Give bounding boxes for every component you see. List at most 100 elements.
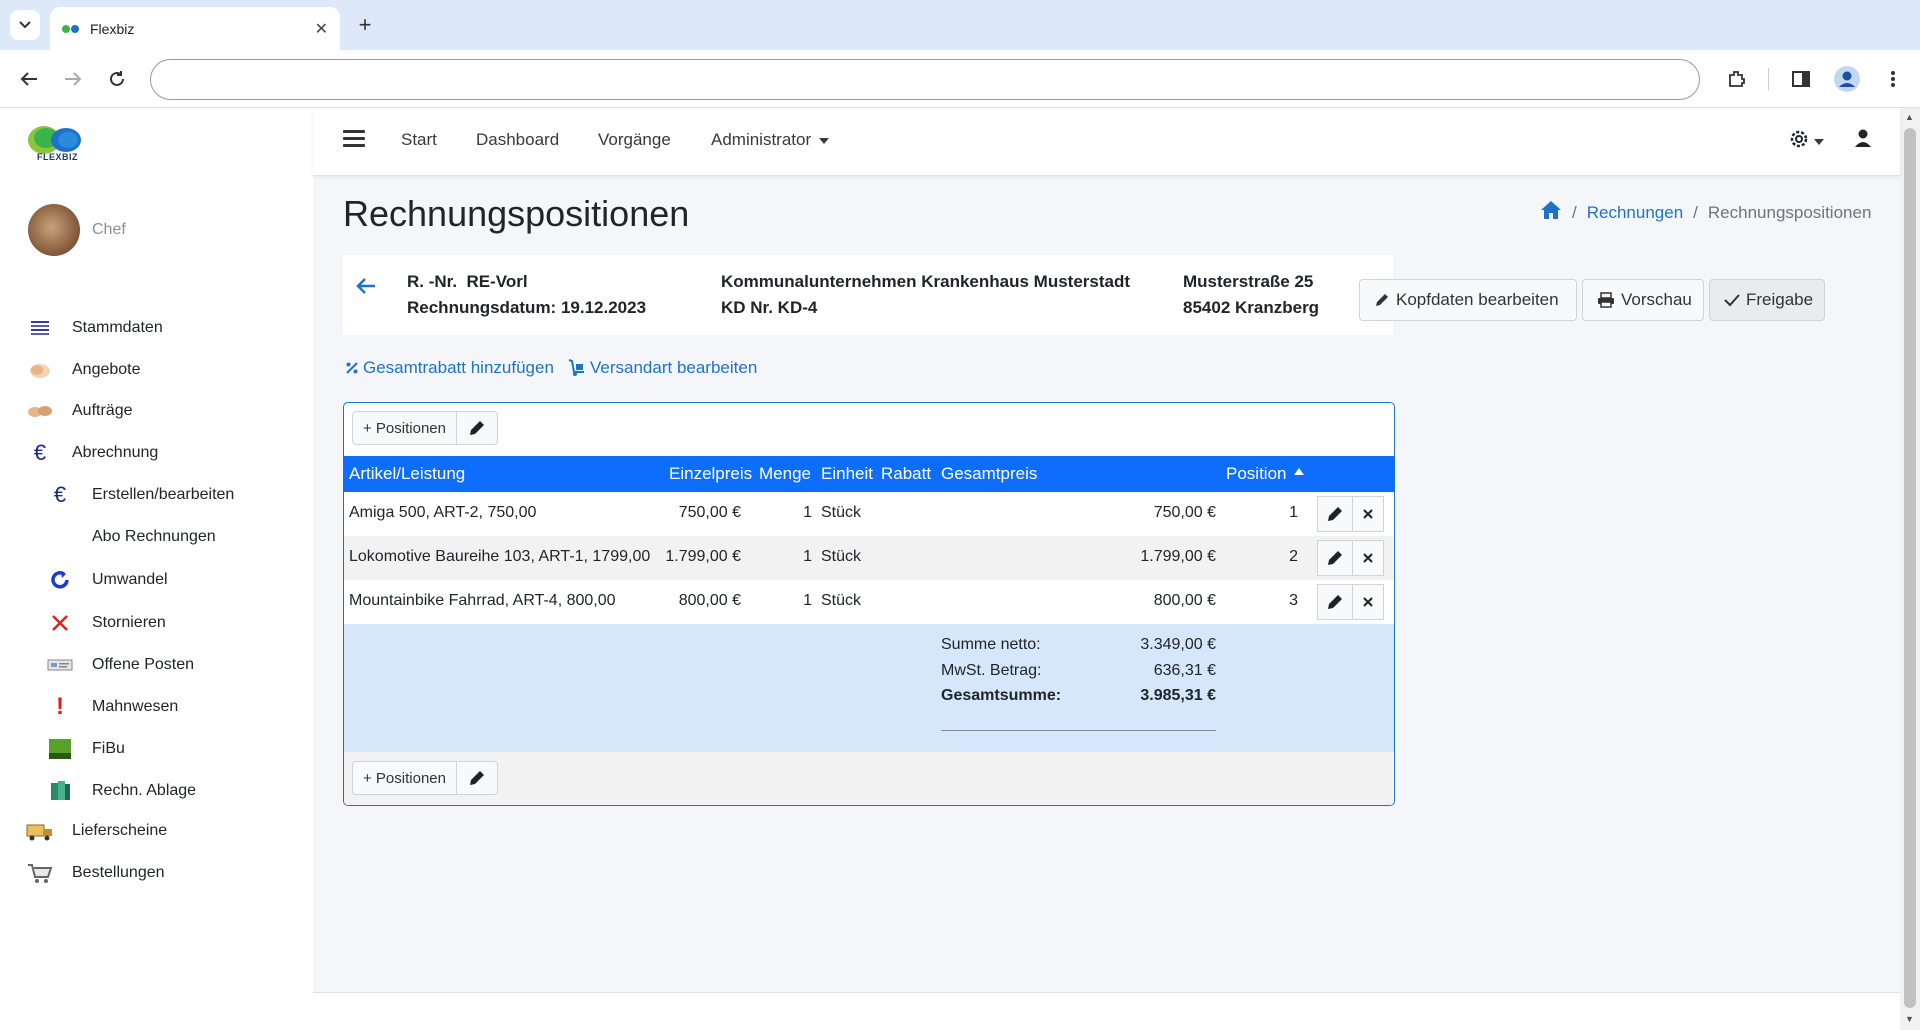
cell-einzelpreis: 750,00 € — [678, 504, 741, 521]
euro-icon: € — [53, 482, 67, 507]
customer-name: Kommunalunternehmen Krankenhaus Musterst… — [721, 272, 1131, 291]
gesamtsumme-value: 3.985,31 € — [1140, 687, 1216, 704]
x-icon — [46, 612, 74, 634]
invoice-number-block: R. -Nr. RE-Vorl Rechnungsdatum: 19.12.20… — [407, 269, 646, 321]
sidebar-item-label: Umwandel — [92, 571, 168, 588]
nav-dashboard[interactable]: Dashboard — [476, 130, 559, 150]
customer-number: KD Nr. KD-4 — [721, 298, 818, 317]
new-tab-button[interactable]: + — [352, 12, 378, 38]
folders-icon — [46, 780, 74, 802]
user-panel[interactable]: Chef — [28, 204, 126, 256]
edit-row-button[interactable] — [1317, 540, 1353, 576]
delete-row-button[interactable] — [1352, 496, 1384, 532]
mwst-value: 636,31 € — [1153, 662, 1216, 679]
sidebar-item-abo-rechnungen[interactable]: Abo Rechnungen — [46, 526, 216, 548]
dolly-icon — [568, 359, 586, 377]
address-street: Musterstraße 25 — [1183, 272, 1314, 291]
summe-netto-value: 3.349,00 € — [1140, 636, 1216, 653]
datev-icon — [46, 738, 74, 760]
sidebar-item-label: Aufträge — [72, 402, 133, 419]
reload-icon[interactable] — [102, 64, 132, 94]
nav-start[interactable]: Start — [401, 130, 437, 150]
cell-artikel: Lokomotive Baureihe 103, ART-1, 1799,00 — [349, 548, 651, 565]
address-bar[interactable] — [150, 59, 1700, 100]
nav-administrator[interactable]: Administrator — [711, 130, 830, 150]
freigabe-button[interactable]: Freigabe — [1709, 279, 1825, 321]
edit-row-button[interactable] — [1317, 496, 1353, 532]
delete-row-button[interactable] — [1352, 584, 1384, 620]
handshake-icon — [26, 359, 54, 381]
invoice-number: R. -Nr. RE-Vorl — [407, 272, 528, 291]
sidebar-item-lieferscheine[interactable]: Lieferscheine — [26, 820, 167, 842]
sidebar-item-bestellungen[interactable]: Bestellungen — [26, 862, 165, 884]
pencil-icon[interactable] — [457, 412, 497, 444]
th-einheit[interactable]: Einheit — [821, 464, 873, 484]
sidebar-item-offene-posten[interactable]: Offene Posten — [46, 654, 194, 676]
sidebar-item-erstellen[interactable]: € Erstellen/bearbeiten — [46, 482, 234, 507]
scroll-up-icon[interactable]: ▲ — [1905, 112, 1914, 122]
sidebar-item-abrechnung[interactable]: € Abrechnung — [26, 440, 158, 465]
cart-icon — [26, 862, 54, 884]
sidebar-item-label: Lieferscheine — [72, 822, 168, 839]
sidebar-item-label: Abo Rechnungen — [92, 528, 216, 545]
breadcrumb-rechnungen[interactable]: Rechnungen — [1587, 203, 1683, 223]
totals-divider — [941, 730, 1216, 731]
sidebar-item-angebote[interactable]: Angebote — [26, 359, 141, 381]
kopfdaten-bearbeiten-button[interactable]: Kopfdaten bearbeiten — [1359, 279, 1577, 321]
tab-search-button[interactable] — [10, 10, 40, 40]
cell-gesamtpreis: 800,00 € — [1153, 592, 1216, 609]
profile-icon[interactable] — [1832, 64, 1862, 94]
browser-tab[interactable]: Flexbiz ✕ — [50, 7, 340, 50]
page-scrollbar[interactable]: ▲ ▼ — [1900, 108, 1920, 1030]
scroll-thumb[interactable] — [1904, 128, 1916, 1008]
cell-artikel: Amiga 500, ART-2, 750,00 — [349, 504, 537, 521]
sidebar-item-label: Mahnwesen — [92, 698, 179, 715]
top-navbar: Start Dashboard Vorgänge Administrator — [313, 108, 1900, 176]
close-icon[interactable]: ✕ — [315, 19, 328, 39]
th-rabatt[interactable]: Rabatt — [881, 464, 931, 484]
customer-block: Kommunalunternehmen Krankenhaus Musterst… — [721, 269, 1130, 321]
sidebar-item-label: FiBu — [92, 740, 125, 757]
home-icon[interactable] — [1540, 200, 1562, 225]
sidebar-item-stammdaten[interactable]: Stammdaten — [26, 317, 163, 339]
th-menge[interactable]: Menge — [759, 464, 811, 484]
list-icon — [26, 317, 54, 339]
th-position-label: Position — [1226, 464, 1287, 483]
sidebar-item-mahnwesen[interactable]: ! Mahnwesen — [46, 693, 179, 720]
extensions-icon[interactable] — [1722, 64, 1752, 94]
sidebar-item-stornieren[interactable]: Stornieren — [46, 612, 166, 634]
sidebar-item-label: Angebote — [72, 361, 141, 378]
sidebar-item-umwandel[interactable]: Umwandel — [46, 569, 168, 591]
th-position[interactable]: Position — [1226, 464, 1305, 484]
sidebar-item-rechn-ablage[interactable]: Rechn. Ablage — [46, 780, 196, 802]
back-icon[interactable] — [14, 64, 44, 94]
th-einzelpreis[interactable]: Einzelpreis — [669, 464, 752, 484]
pencil-icon — [1328, 507, 1342, 521]
gesamtrabatt-link[interactable]: Gesamtrabatt hinzufügen — [345, 358, 554, 378]
close-icon — [1363, 597, 1373, 607]
refresh-icon — [46, 569, 74, 591]
truck-icon — [26, 820, 54, 842]
invoice-header-card: R. -Nr. RE-Vorl Rechnungsdatum: 19.12.20… — [343, 255, 1825, 335]
back-arrow-icon[interactable] — [356, 277, 376, 300]
sidebar-item-fibu[interactable]: FiBu — [46, 738, 125, 760]
forward-icon[interactable] — [58, 64, 88, 94]
vorschau-button[interactable]: Vorschau — [1582, 279, 1704, 321]
th-gesamtpreis[interactable]: Gesamtpreis — [941, 464, 1037, 484]
browser-menu-icon[interactable] — [1878, 64, 1908, 94]
add-positions-button[interactable]: + Positionen — [353, 412, 457, 444]
add-positions-button[interactable]: + Positionen — [353, 762, 457, 794]
pencil-icon[interactable] — [457, 762, 497, 794]
sidebar-item-auftraege[interactable]: Aufträge — [26, 400, 132, 422]
versandart-link[interactable]: Versandart bearbeiten — [568, 358, 757, 378]
th-artikel[interactable]: Artikel/Leistung — [349, 464, 465, 484]
user-icon[interactable] — [1854, 128, 1872, 148]
vorschau-label: Vorschau — [1621, 290, 1692, 309]
nav-vorgaenge[interactable]: Vorgänge — [598, 130, 671, 150]
side-panel-icon[interactable] — [1786, 64, 1816, 94]
scroll-down-icon[interactable]: ▼ — [1905, 1014, 1914, 1024]
settings-dropdown[interactable] — [1788, 128, 1824, 155]
hamburger-menu-icon[interactable] — [343, 130, 365, 148]
delete-row-button[interactable] — [1352, 540, 1384, 576]
edit-row-button[interactable] — [1317, 584, 1353, 620]
